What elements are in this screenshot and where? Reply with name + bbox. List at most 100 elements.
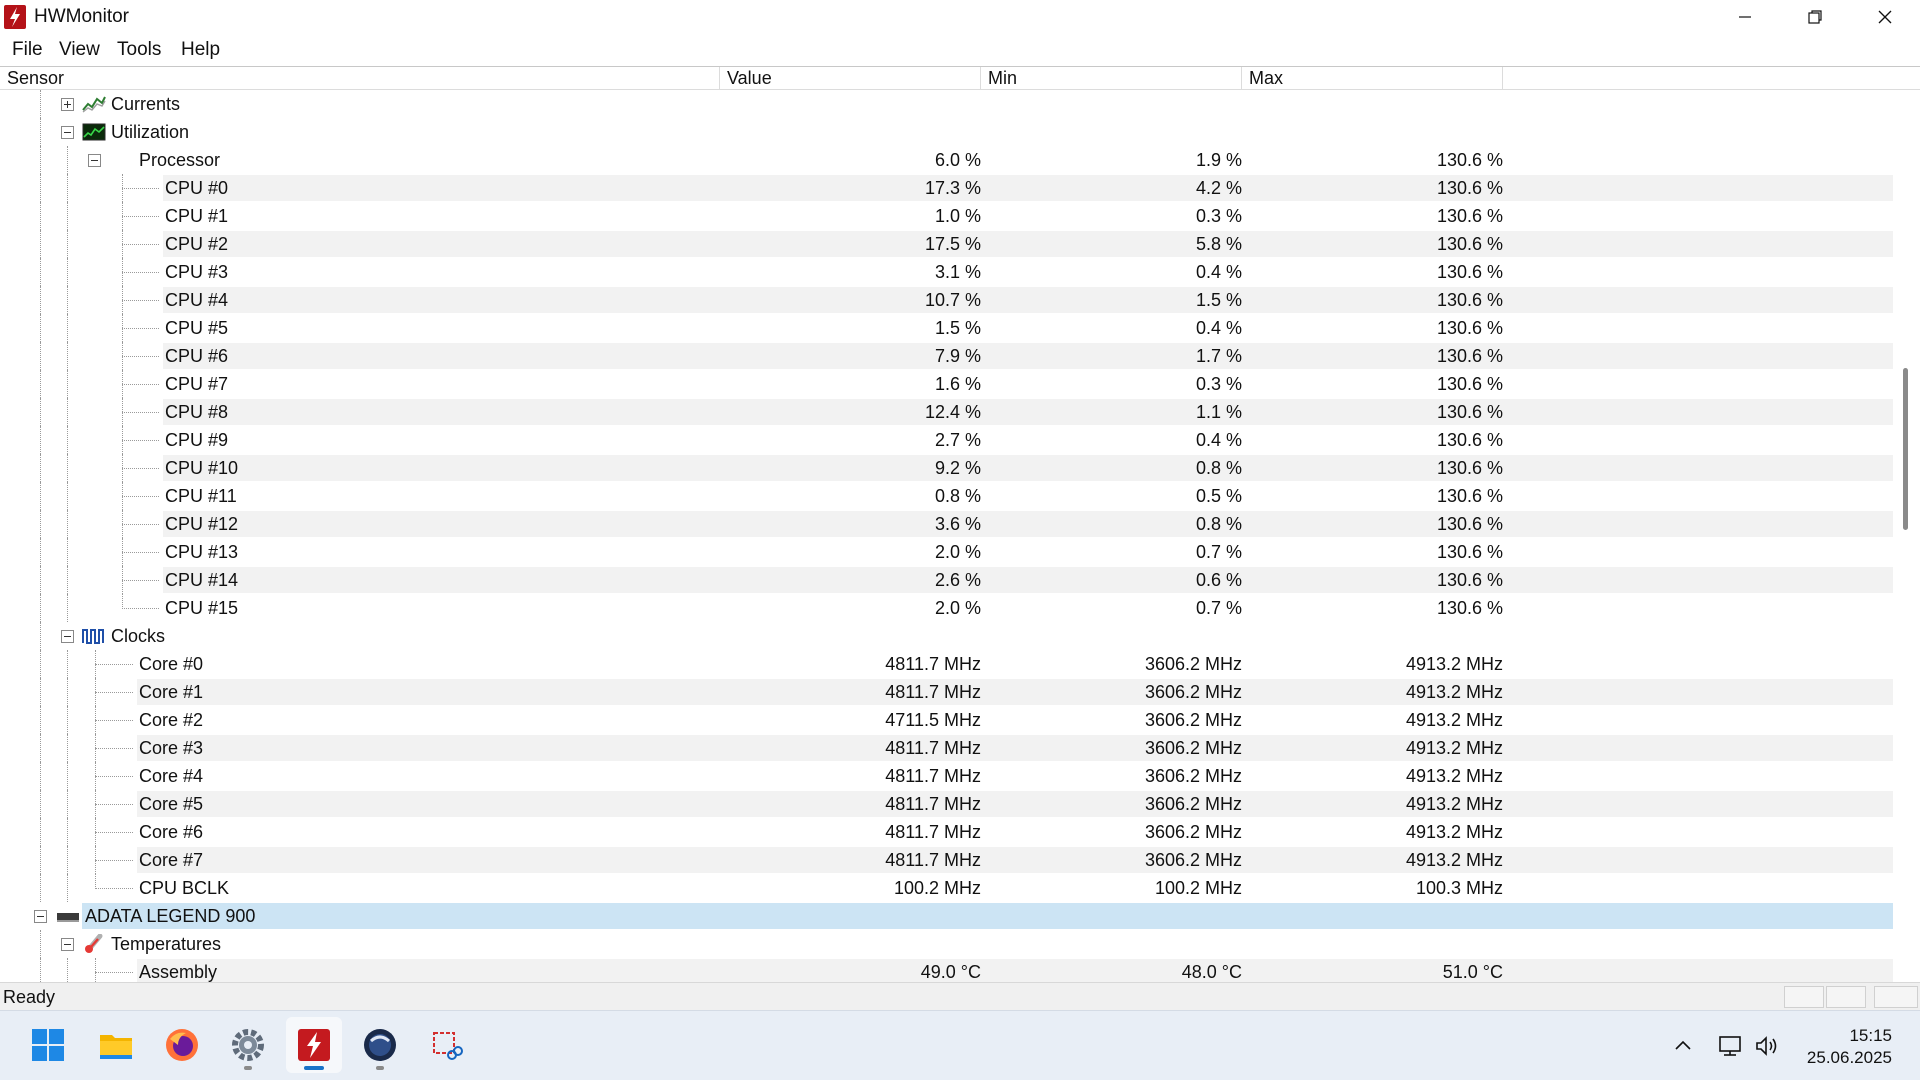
column-min[interactable]: Min [981,67,1242,90]
sensor-value: 4811.7 MHz [885,822,981,842]
sensor-value: 9.2 % [934,458,981,478]
tree-guide-line [40,118,41,146]
scrollbar-thumb[interactable] [1903,368,1908,530]
sensor-row[interactable]: CPU BCLK 100.2 MHz 100.2 MHz 100.3 MHz [0,874,1893,902]
sensor-row[interactable]: CPU #0 17.3 % 4.2 % 130.6 % [0,174,1893,202]
menu-file[interactable]: File [12,39,43,61]
volume-button[interactable] [1754,1033,1780,1059]
tree-node-row[interactable]: Temperatures [0,930,1893,958]
sensor-max: 130.6 % [1436,290,1503,310]
sensor-row[interactable]: CPU #15 2.0 % 0.7 % 130.6 % [0,594,1893,622]
sensor-max: 100.3 MHz [1415,878,1503,898]
sensor-max: 4913.2 MHz [1405,822,1503,842]
windows-start-icon [32,1029,64,1061]
sensor-row[interactable]: Core #1 4811.7 MHz 3606.2 MHz 4913.2 MHz [0,678,1893,706]
sensor-row[interactable]: CPU #8 12.4 % 1.1 % 130.6 % [0,398,1893,426]
tree-guide-line [67,258,68,286]
sensor-row[interactable]: CPU #12 3.6 % 0.8 % 130.6 % [0,510,1893,538]
sensor-row[interactable]: CPU #3 3.1 % 0.4 % 130.6 % [0,258,1893,286]
sensor-row[interactable]: Core #3 4811.7 MHz 3606.2 MHz 4913.2 MHz [0,734,1893,762]
taskbar-file-explorer[interactable] [88,1017,144,1073]
sensor-value: 4811.7 MHz [885,738,981,758]
tree-node-row[interactable]: Clocks [0,622,1893,650]
network-button[interactable] [1718,1033,1744,1059]
sensor-max: 130.6 % [1436,150,1503,170]
sensor-row[interactable]: Core #4 4811.7 MHz 3606.2 MHz 4913.2 MHz [0,762,1893,790]
expand-icon[interactable] [61,98,74,111]
collapse-icon[interactable] [88,154,101,167]
sensor-row[interactable]: CPU #11 0.8 % 0.5 % 130.6 % [0,482,1893,510]
tree-branch-line [95,776,133,777]
sensor-max: 130.6 % [1436,374,1503,394]
sensor-value: 0.8 % [934,486,981,506]
menu-help[interactable]: Help [181,39,220,61]
system-clock[interactable]: 15:15 25.06.2025 [1807,1025,1892,1069]
taskbar-snipping-tool[interactable] [418,1017,474,1073]
tree-node-row[interactable]: Utilization [0,118,1893,146]
tree-guide-line [40,678,41,706]
collapse-icon[interactable] [61,630,74,643]
show-hidden-icons-button[interactable] [1670,1033,1696,1059]
sensor-value: 4811.7 MHz [885,794,981,814]
sensor-min: 3606.2 MHz [1144,794,1242,814]
sensor-label: CPU #14 [165,570,239,590]
device-row[interactable]: ADATA LEGEND 900 [0,902,1893,930]
sensor-row[interactable]: Core #5 4811.7 MHz 3606.2 MHz 4913.2 MHz [0,790,1893,818]
tree-branch-line [122,328,159,329]
vertical-scrollbar[interactable] [1893,90,1920,982]
menu-tools[interactable]: Tools [117,39,161,61]
sensor-row[interactable]: CPU #14 2.6 % 0.6 % 130.6 % [0,566,1893,594]
column-value[interactable]: Value [720,67,981,90]
tree-guide-line [40,622,41,650]
collapse-icon[interactable] [61,126,74,139]
tree-guide-line [67,314,68,342]
column-sensor[interactable]: Sensor [0,67,720,90]
sensor-label: Assembly [139,962,218,982]
tree-guide-line [40,846,41,874]
close-button[interactable] [1850,0,1920,34]
menu-view[interactable]: View [59,39,100,61]
sensor-max: 4913.2 MHz [1405,654,1503,674]
sensor-row[interactable]: CPU #5 1.5 % 0.4 % 130.6 % [0,314,1893,342]
sensor-row[interactable]: CPU #2 17.5 % 5.8 % 130.6 % [0,230,1893,258]
sensor-row[interactable]: CPU #1 1.0 % 0.3 % 130.6 % [0,202,1893,230]
sensor-row[interactable]: Core #0 4811.7 MHz 3606.2 MHz 4913.2 MHz [0,650,1893,678]
column-max[interactable]: Max [1242,67,1503,90]
tree-guide-line [40,482,41,510]
sensor-row[interactable]: Core #2 4711.5 MHz 3606.2 MHz 4913.2 MHz [0,706,1893,734]
restore-button[interactable] [1780,0,1850,34]
sensor-row[interactable]: CPU #6 7.9 % 1.7 % 130.6 % [0,342,1893,370]
taskbar-firefox[interactable] [154,1017,210,1073]
start-button[interactable] [20,1017,76,1073]
speaker-icon [1756,1036,1777,1056]
sensor-max: 4913.2 MHz [1405,766,1503,786]
collapse-icon[interactable] [61,938,74,951]
sensor-row[interactable]: Core #7 4811.7 MHz 3606.2 MHz 4913.2 MHz [0,846,1893,874]
sensor-row[interactable]: CPU #9 2.7 % 0.4 % 130.6 % [0,426,1893,454]
taskbar-hwmonitor[interactable] [286,1017,342,1073]
taskbar-cinema4d[interactable] [352,1017,408,1073]
sensor-label: CPU #7 [165,374,229,394]
restore-icon [1808,10,1822,24]
sensor-label: Clocks [111,626,166,646]
minimize-button[interactable] [1710,0,1780,34]
tree-guide-line [40,230,41,258]
sensor-row[interactable]: CPU #10 9.2 % 0.8 % 130.6 % [0,454,1893,482]
sensor-row[interactable]: CPU #7 1.6 % 0.3 % 130.6 % [0,370,1893,398]
sensor-row[interactable]: Assembly 49.0 °C 48.0 °C 51.0 °C [0,958,1893,982]
thermometer-icon [82,933,106,954]
sensor-min: 3606.2 MHz [1144,766,1242,786]
sensor-row[interactable]: Core #6 4811.7 MHz 3606.2 MHz 4913.2 MHz [0,818,1893,846]
collapse-icon[interactable] [34,910,47,923]
taskbar-settings[interactable] [220,1017,276,1073]
sensor-min: 0.4 % [1195,262,1242,282]
sensor-max: 130.6 % [1436,346,1503,366]
sensor-row[interactable]: CPU #13 2.0 % 0.7 % 130.6 % [0,538,1893,566]
sensor-row[interactable]: CPU #4 10.7 % 1.5 % 130.6 % [0,286,1893,314]
sensor-label: CPU #15 [165,598,239,618]
tree-node-row[interactable]: Processor 6.0 % 1.9 % 130.6 % [0,146,1893,174]
tree-node-row[interactable]: Currents [0,90,1893,118]
hwmonitor-icon [298,1029,330,1061]
tree-guide-line [40,146,41,174]
sensor-tree[interactable]: Currents Utilization Processor 6.0 % 1.9 % 13… [0,90,1893,982]
